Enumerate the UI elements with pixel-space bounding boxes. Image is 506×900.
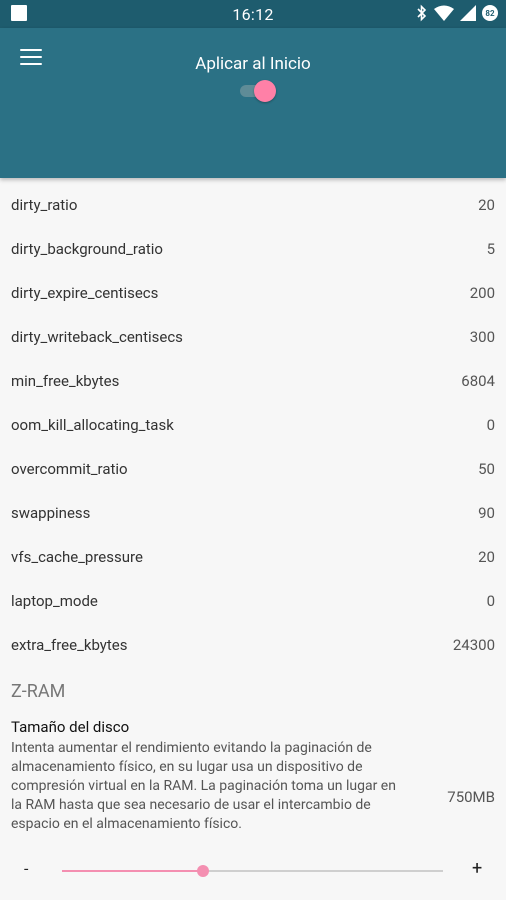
setting-value: 90 [478,504,495,522]
setting-row-laptop-mode[interactable]: laptop_mode 0 [0,579,506,623]
setting-row-vfs-cache-pressure[interactable]: vfs_cache_pressure 20 [0,535,506,579]
setting-row-dirty-expire-centisecs[interactable]: dirty_expire_centisecs 200 [0,271,506,315]
slider-increase-button[interactable]: + [472,858,482,879]
setting-value: 5 [486,240,495,258]
setting-value: 24300 [452,636,495,654]
setting-name: dirty_background_ratio [11,240,163,258]
setting-row-min-free-kbytes[interactable]: min_free_kbytes 6804 [0,359,506,403]
setting-value: 300 [469,328,495,346]
setting-row-dirty-background-ratio[interactable]: dirty_background_ratio 5 [0,227,506,271]
apply-on-boot-label: Aplicar al Inicio [195,54,311,74]
slider-decrease-button[interactable]: - [24,859,28,878]
setting-value: 50 [478,460,495,478]
setting-name: vfs_cache_pressure [11,548,143,566]
app-bar: Aplicar al Inicio [0,28,506,178]
status-icons: 82 [416,4,498,22]
setting-row-oom-kill-allocating-task[interactable]: oom_kill_allocating_task 0 [0,403,506,447]
setting-name: extra_free_kbytes [11,636,128,654]
setting-value: 200 [469,284,495,302]
zram-section-header: Z-RAM [11,681,66,702]
battery-icon: 82 [482,5,498,21]
setting-row-dirty-writeback-centisecs[interactable]: dirty_writeback_centisecs 300 [0,315,506,359]
settings-list: dirty_ratio 20 dirty_background_ratio 5 … [0,183,506,667]
setting-value: 20 [478,196,495,214]
wifi-icon [434,5,454,21]
apply-on-boot-toggle[interactable] [240,80,276,102]
setting-name: dirty_ratio [11,196,78,214]
setting-row-swappiness[interactable]: swappiness 90 [0,491,506,535]
setting-name: dirty_expire_centisecs [11,284,159,302]
bluetooth-icon [417,4,427,22]
setting-name: oom_kill_allocating_task [11,416,174,434]
slider-fill [62,870,203,872]
setting-value: 0 [486,592,495,610]
setting-value: 20 [478,548,495,566]
slider-thumb[interactable] [196,865,209,877]
setting-row-dirty-ratio[interactable]: dirty_ratio 20 [0,183,506,227]
setting-value: 6804 [461,372,495,390]
disk-size-value: 750MB [447,788,495,806]
disk-size-title: Tamaño del disco [11,718,130,736]
setting-name: dirty_writeback_centisecs [11,328,183,346]
zram-disk-size-setting: Tamaño del disco Intenta aumentar el ren… [11,718,495,834]
toggle-thumb [254,80,276,102]
setting-name: laptop_mode [11,592,98,610]
setting-row-extra-free-kbytes[interactable]: extra_free_kbytes 24300 [0,623,506,667]
signal-icon [460,5,476,21]
setting-name: overcommit_ratio [11,460,128,478]
status-bar: 16:12 82 [0,0,506,28]
disk-size-description: Intenta aumentar el rendimiento evitando… [11,740,396,832]
setting-name: swappiness [11,504,91,522]
disk-size-slider[interactable] [62,865,443,877]
setting-row-overcommit-ratio[interactable]: overcommit_ratio 50 [0,447,506,491]
setting-value: 0 [486,416,495,434]
setting-name: min_free_kbytes [11,372,120,390]
disk-size-slider-area: - + [0,856,506,886]
